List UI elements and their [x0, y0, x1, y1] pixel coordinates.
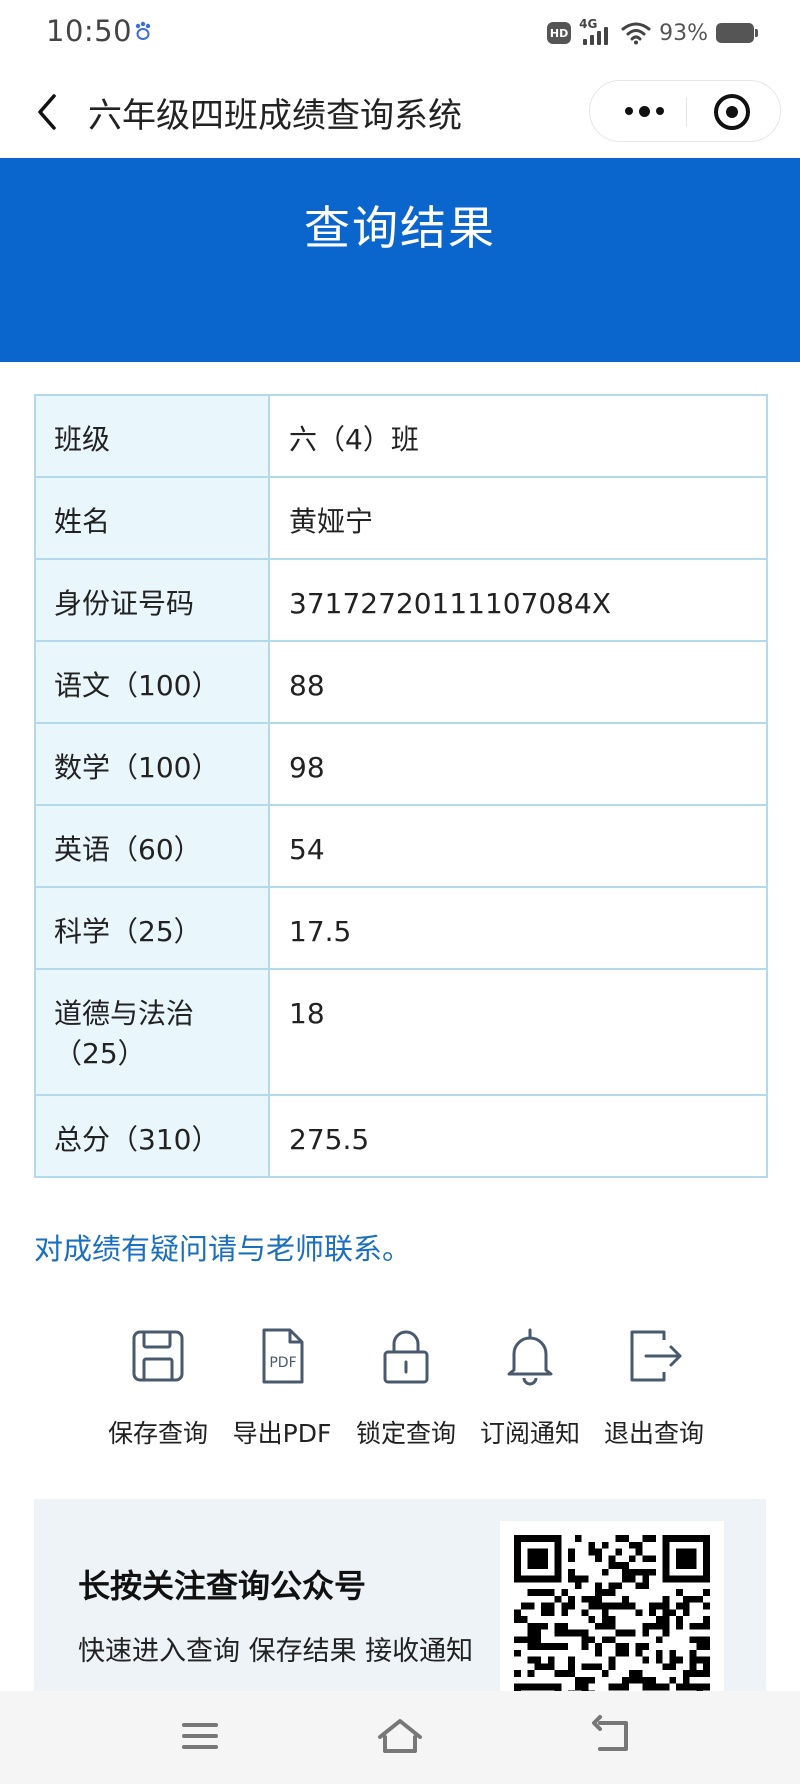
save-query-button[interactable]: 保存查询 [96, 1326, 220, 1448]
menu-button[interactable] [170, 1711, 230, 1761]
table-row: 总分（310） 275.5 [34, 1094, 768, 1178]
hd-icon: HD [547, 22, 572, 44]
action-label: 退出查询 [603, 1419, 704, 1448]
table-row: 英语（60） 54 [34, 804, 768, 888]
home-button[interactable] [370, 1711, 430, 1761]
row-label: 语文（100） [34, 640, 270, 724]
action-label: 锁定查询 [355, 1419, 456, 1448]
table-row: 道德与法治（25） 18 [34, 968, 768, 1096]
row-label: 科学（25） [34, 886, 270, 970]
row-value: 98 [268, 722, 768, 806]
follow-description: 快速进入查询 保存结果 接收通知 [78, 1636, 474, 1667]
banner-title: 查询结果 [304, 201, 496, 255]
capsule-divider [686, 97, 687, 127]
logout-icon [630, 1330, 682, 1382]
signal-4g-icon: 4G [579, 17, 613, 47]
table-row: 身份证号码 37172720111107084X [34, 558, 768, 642]
lock-icon [383, 1330, 429, 1384]
result-table: 班级 六（4）班 姓名 黄娅宁 身份证号码 37172720111107084X… [34, 394, 768, 1178]
export-pdf-button[interactable]: PDF 导出PDF [220, 1326, 344, 1448]
svg-text:PDF: PDF [269, 1355, 296, 1371]
action-label: 保存查询 [107, 1419, 208, 1448]
back-icon[interactable] [28, 86, 68, 138]
row-value: 六（4）班 [268, 394, 768, 478]
system-nav-bar [0, 1691, 800, 1784]
table-row: 语文（100） 88 [34, 640, 768, 724]
row-label: 道德与法治（25） [34, 968, 270, 1096]
pdf-icon: PDF [262, 1328, 304, 1384]
status-icons: HD 4G 93% [547, 16, 758, 50]
row-label: 总分（310） [34, 1094, 270, 1178]
row-value: 88 [268, 640, 768, 724]
nav-bar: 六年级四班成绩查询系统 [0, 66, 800, 158]
status-bar: 10:50 HD 4G 93% [0, 0, 800, 66]
status-time: 10:50 [46, 14, 133, 48]
target-icon[interactable] [714, 94, 750, 130]
row-value: 54 [268, 804, 768, 888]
result-banner: 查询结果 [0, 158, 800, 362]
wifi-icon [621, 22, 651, 45]
mini-program-capsule [589, 80, 781, 142]
more-icon[interactable] [614, 89, 674, 133]
return-button[interactable] [582, 1711, 642, 1761]
subscribe-notification-button[interactable]: 订阅通知 [468, 1326, 592, 1448]
bell-icon [507, 1328, 553, 1386]
table-row: 科学（25） 17.5 [34, 886, 768, 970]
action-label: 订阅通知 [479, 1419, 580, 1448]
battery-percent: 93% [659, 20, 708, 46]
exit-query-button[interactable]: 退出查询 [592, 1326, 716, 1448]
row-label: 英语（60） [34, 804, 270, 888]
table-row: 班级 六（4）班 [34, 394, 768, 478]
row-value: 黄娅宁 [268, 476, 768, 560]
contact-teacher-note: 对成绩有疑问请与老师联系。 [34, 1232, 412, 1266]
return-icon [592, 1715, 628, 1751]
page-title: 六年级四班成绩查询系统 [88, 96, 462, 136]
row-label: 数学（100） [34, 722, 270, 806]
table-row: 姓名 黄娅宁 [34, 476, 768, 560]
follow-title: 长按关注查询公众号 [78, 1567, 367, 1605]
row-value: 18 [268, 968, 768, 1096]
follow-account-card[interactable]: 长按关注查询公众号 快速进入查询 保存结果 接收通知 [34, 1499, 766, 1731]
paw-icon [135, 21, 151, 40]
action-row: 保存查询 PDF 导出PDF 锁定查询 订阅通知 退出查询 [96, 1326, 716, 1448]
row-value: 17.5 [268, 886, 768, 970]
menu-icon [182, 1723, 218, 1749]
save-icon [132, 1330, 184, 1382]
battery-icon [716, 23, 758, 43]
row-label: 班级 [34, 394, 270, 478]
row-label: 姓名 [34, 476, 270, 560]
row-value: 275.5 [268, 1094, 768, 1178]
row-value: 37172720111107084X [268, 558, 768, 642]
row-label: 身份证号码 [34, 558, 270, 642]
table-row: 数学（100） 98 [34, 722, 768, 806]
action-label: 导出PDF [232, 1419, 332, 1448]
lock-query-button[interactable]: 锁定查询 [344, 1326, 468, 1448]
home-icon [378, 1719, 422, 1753]
